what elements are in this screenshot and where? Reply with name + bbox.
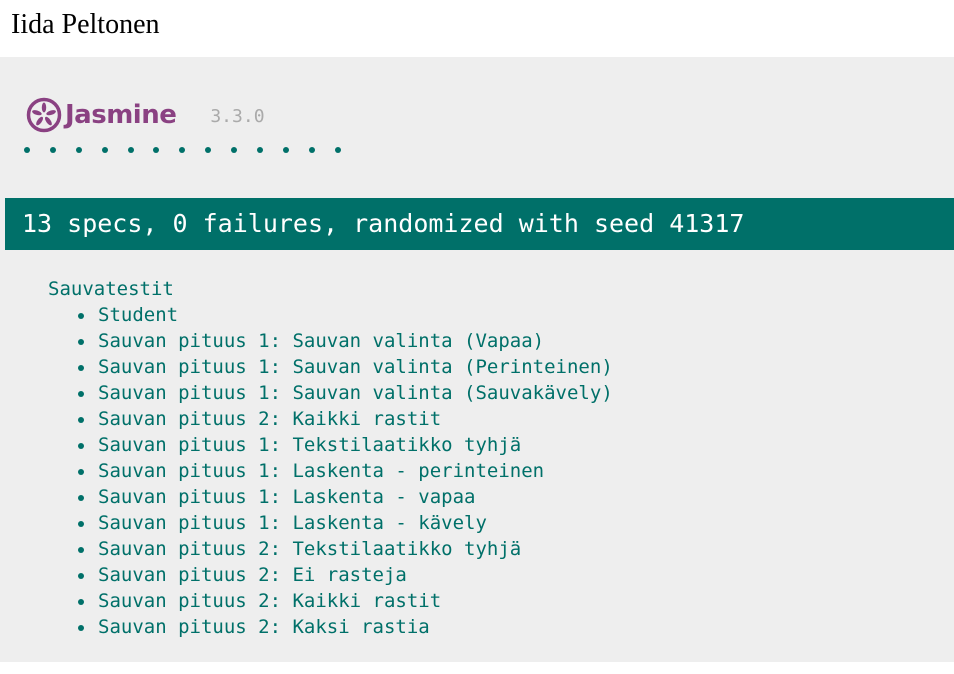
spec-pass-dot[interactable] [101,147,108,153]
suite-title[interactable]: Sauvatestit [48,276,613,302]
jasmine-banner: Jasmine 3.3.0 [26,97,265,133]
spec-item[interactable]: Sauvan pituus 2: Ei rasteja [48,562,613,588]
spec-item[interactable]: Sauvan pituus 2: Kaikki rastit [48,588,613,614]
spec-link[interactable]: Student [98,304,178,326]
spec-link[interactable]: Sauvan pituus 1: Sauvan valinta (Perinte… [98,356,613,378]
spec-link[interactable]: Sauvan pituus 2: Kaikki rastit [98,590,441,612]
spec-pass-dot[interactable] [282,147,289,153]
spec-item[interactable]: Sauvan pituus 1: Sauvan valinta (Sauvakä… [48,380,613,406]
jasmine-version: 3.3.0 [210,106,265,127]
spec-item[interactable]: Sauvan pituus 2: Kaikki rastit [48,406,613,432]
spec-item[interactable]: Sauvan pituus 1: Laskenta - vapaa [48,484,613,510]
spec-pass-dot[interactable] [127,147,134,153]
spec-pass-dot[interactable] [205,147,212,153]
spec-link[interactable]: Sauvan pituus 1: Laskenta - perinteinen [98,460,544,482]
spec-pass-dot[interactable] [179,147,186,153]
spec-item[interactable]: Student [48,302,613,328]
spec-pass-dot[interactable] [75,147,82,153]
spec-item[interactable]: Sauvan pituus 2: Tekstilaatikko tyhjä [48,536,613,562]
spec-pass-dot[interactable] [308,147,315,153]
jasmine-logo-text: Jasmine [65,100,177,130]
spec-link[interactable]: Sauvan pituus 1: Sauvan valinta (Vapaa) [98,330,544,352]
spec-list: Student Sauvan pituus 1: Sauvan valinta (… [48,302,613,640]
spec-item[interactable]: Sauvan pituus 1: Sauvan valinta (Vapaa) [48,328,613,354]
summary-text: 13 specs, 0 failures, randomized with se… [22,209,745,238]
spec-pass-dot[interactable] [334,147,341,153]
spec-item[interactable]: Sauvan pituus 1: Tekstilaatikko tyhjä [48,432,613,458]
spec-link[interactable]: Sauvan pituus 2: Kaksi rastia [98,616,430,638]
results-panel: Sauvatestit Student Sauvan pituus 1: Sauv… [48,276,613,640]
spec-item[interactable]: Sauvan pituus 1: Laskenta - perinteinen [48,458,613,484]
spec-item[interactable]: Sauvan pituus 1: Laskenta - kävely [48,510,613,536]
spec-status-dots [24,147,361,153]
spec-pass-dot[interactable] [24,147,30,153]
spec-pass-dot[interactable] [231,147,238,153]
suite-link[interactable]: Sauvatestit [48,278,174,300]
spec-link[interactable]: Sauvan pituus 2: Tekstilaatikko tyhjä [98,538,521,560]
spec-pass-dot[interactable] [153,147,160,153]
spec-item[interactable]: Sauvan pituus 2: Kaksi rastia [48,614,613,640]
spec-link[interactable]: Sauvan pituus 2: Kaikki rastit [98,408,441,430]
spec-link[interactable]: Sauvan pituus 1: Sauvan valinta (Sauvakä… [98,382,613,404]
spec-link[interactable]: Sauvan pituus 1: Laskenta - vapaa [98,486,476,508]
spec-item[interactable]: Sauvan pituus 1: Sauvan valinta (Perinte… [48,354,613,380]
summary-bar[interactable]: 13 specs, 0 failures, randomized with se… [5,198,954,250]
jasmine-flower-icon [26,97,62,133]
spec-link[interactable]: Sauvan pituus 2: Ei rasteja [98,564,407,586]
spec-pass-dot[interactable] [257,147,264,153]
spec-link[interactable]: Sauvan pituus 1: Tekstilaatikko tyhjä [98,434,521,456]
page-heading: Iida Peltonen [11,9,160,40]
jasmine-reporter: Jasmine 3.3.0 13 specs, 0 failures, rand… [0,57,954,662]
spec-pass-dot[interactable] [49,147,56,153]
spec-link[interactable]: Sauvan pituus 1: Laskenta - kävely [98,512,487,534]
